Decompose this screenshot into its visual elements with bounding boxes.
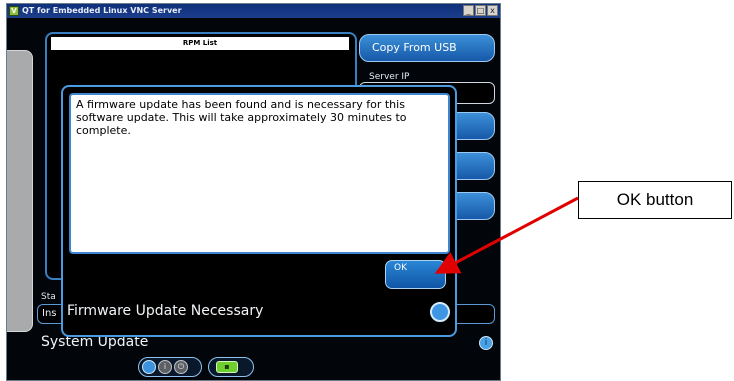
status-label: Sta (41, 292, 56, 302)
info-icon[interactable]: i (158, 360, 172, 374)
battery-icon: ▪ (216, 361, 238, 373)
rpm-list-header: RPM List (51, 37, 349, 50)
power-icon[interactable]: ⏻ (174, 360, 188, 374)
dialog-status-indicator[interactable] (430, 302, 450, 322)
info-icon[interactable]: i (479, 336, 493, 350)
ok-button[interactable]: OK (385, 260, 446, 289)
status-blue-icon[interactable] (142, 360, 156, 374)
window-title: QT for Embedded Linux VNC Server (22, 6, 182, 15)
app-icon: V (9, 6, 19, 16)
window-controls: _ □ x (463, 5, 498, 16)
window-titlebar[interactable]: V QT for Embedded Linux VNC Server _ □ x (7, 4, 500, 18)
dialog-message-box: A firmware update has been found and is … (69, 93, 450, 254)
status-value: Ins (42, 308, 57, 319)
server-ip-label: Server IP (369, 72, 410, 82)
status-icon-group: i ⏻ (138, 357, 202, 377)
close-button[interactable]: x (487, 5, 498, 16)
battery-icon-group: ▪ (208, 357, 254, 377)
maximize-button[interactable]: □ (475, 5, 486, 16)
dialog-title: Firmware Update Necessary (67, 303, 264, 319)
ok-button-callout: OK button (578, 181, 732, 219)
left-side-tab[interactable] (7, 50, 33, 332)
vnc-window: V QT for Embedded Linux VNC Server _ □ x… (6, 3, 501, 381)
system-update-screen: RPM List Copy From USB Server IP er Sta … (7, 18, 500, 380)
firmware-update-dialog: A firmware update has been found and is … (61, 85, 457, 337)
minimize-button[interactable]: _ (463, 5, 474, 16)
copy-from-usb-button[interactable]: Copy From USB (359, 34, 495, 62)
dialog-message: A firmware update has been found and is … (76, 98, 407, 137)
